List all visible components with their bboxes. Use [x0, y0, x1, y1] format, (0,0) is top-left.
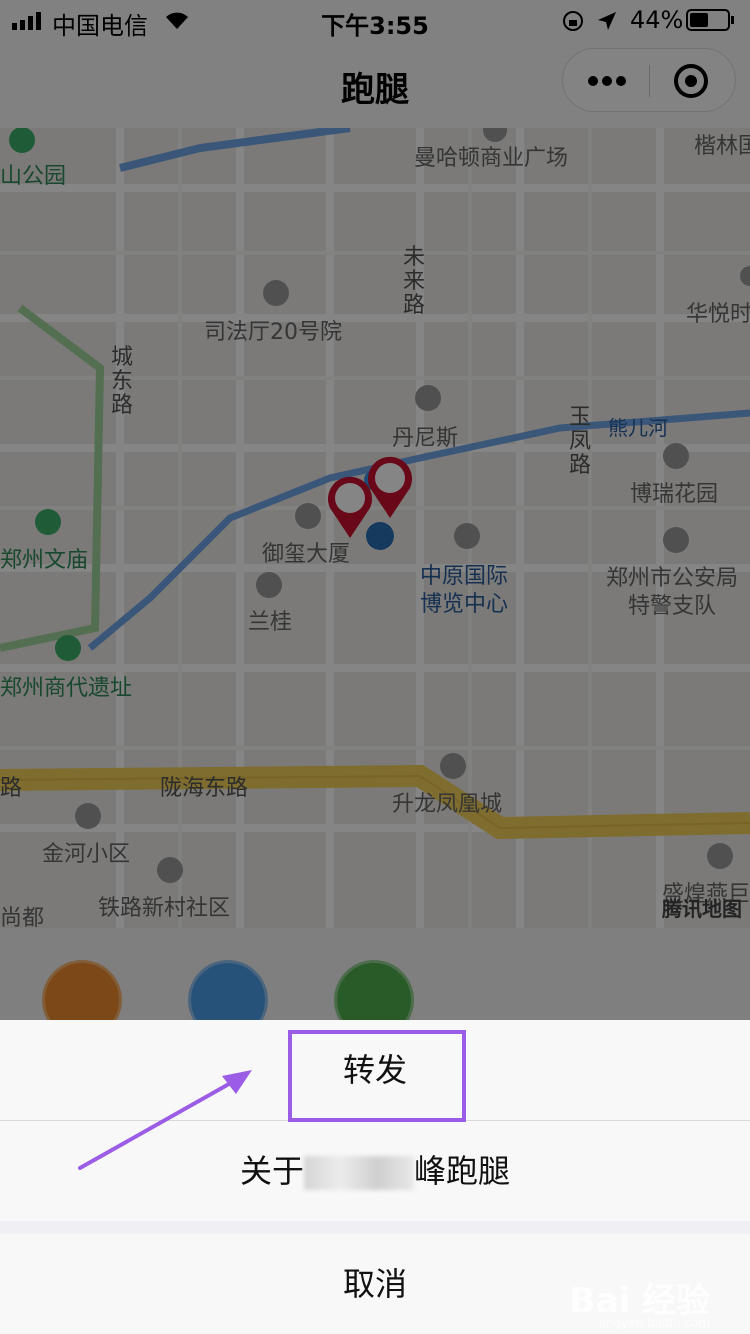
pointer-arrow-icon [78, 1070, 252, 1170]
watermark: Bai 经验 [569, 1281, 710, 1321]
screen: 中国电信 下午3:55 44% 跑腿 山公园 曼哈顿商业广场 楷林国 司法厅20… [0, 0, 750, 1334]
watermark-url: jingyan.baidu.com [599, 1316, 710, 1330]
